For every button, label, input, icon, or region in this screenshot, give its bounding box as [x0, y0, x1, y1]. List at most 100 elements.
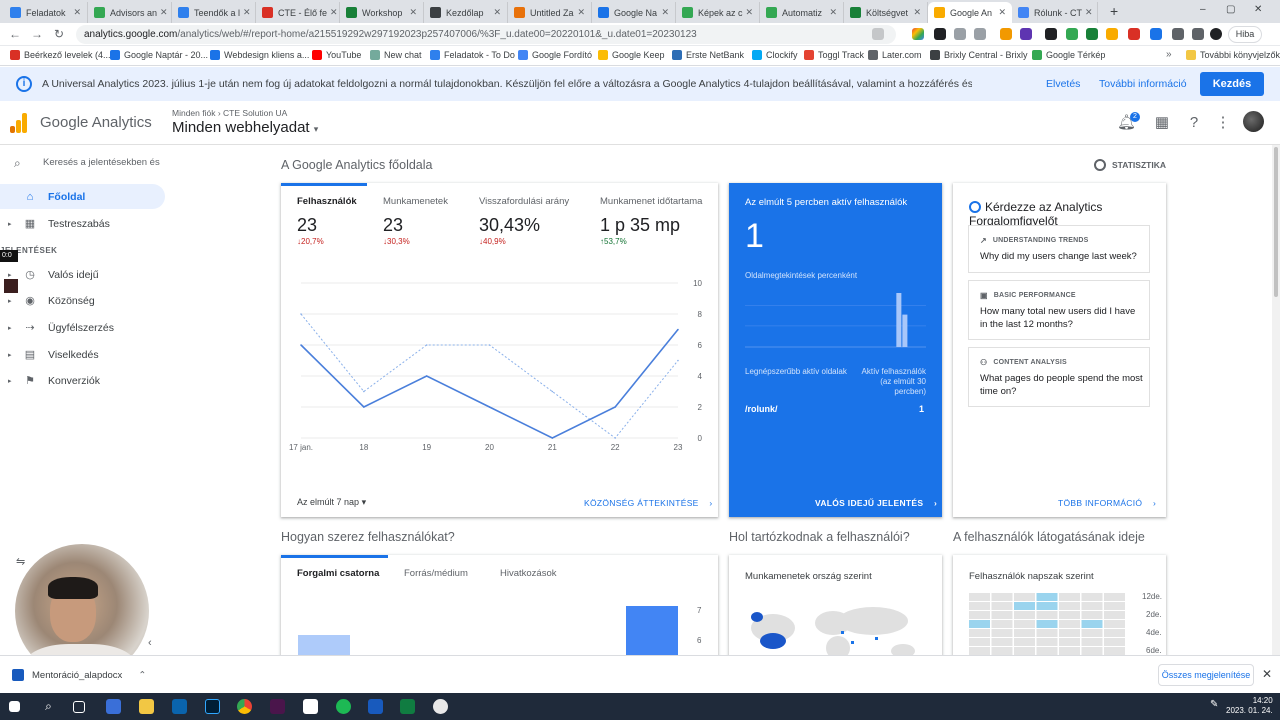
bookmark-item[interactable]: New chat	[370, 50, 422, 60]
extension-icon[interactable]	[934, 28, 946, 40]
extension-icon[interactable]	[1106, 28, 1118, 40]
data-point[interactable]	[614, 437, 616, 439]
attribution-icon[interactable]: ⇋	[16, 555, 25, 568]
close-tab-icon[interactable]: ✕	[743, 7, 754, 18]
share-icon[interactable]	[872, 28, 884, 40]
data-point[interactable]	[300, 313, 302, 315]
profile-error-button[interactable]: Hiba	[1228, 26, 1262, 43]
extension-icon[interactable]	[1086, 28, 1098, 40]
bookmark-item[interactable]: Google Keep	[598, 50, 665, 60]
pen-icon[interactable]: ✎	[1210, 699, 1225, 714]
spotify-icon[interactable]	[336, 699, 351, 714]
metric-tab-session-duration[interactable]: Munkamenet időtartama	[600, 183, 702, 213]
browser-tab[interactable]: Feladatok ✕	[4, 2, 88, 23]
download-item[interactable]: Mentoráció_alapdocx ⌃	[12, 669, 146, 681]
suggested-question[interactable]: ▣ BASIC PERFORMANCE How many total new use…	[968, 280, 1150, 340]
extension-icon[interactable]	[974, 28, 986, 40]
page-scrollbar[interactable]	[1272, 145, 1280, 655]
date-range-selector[interactable]: Az elmúlt 7 nap ▾	[297, 497, 366, 508]
browser-tab[interactable]: Költségvet ✕	[844, 2, 928, 23]
browser-tab[interactable]: Teendők a l ✕	[172, 2, 256, 23]
close-tab-icon[interactable]: ✕	[157, 7, 168, 18]
chevron-up-icon[interactable]: ⌃	[138, 670, 146, 681]
bookmark-item[interactable]: YouTube	[312, 50, 361, 60]
acquisition-tab[interactable]: Forgalmi csatorna	[281, 555, 388, 585]
explorer-icon[interactable]	[139, 699, 154, 714]
sidebar-item-realtime[interactable]: ▸ ◷ Valós idejű	[0, 262, 165, 287]
active-page-path[interactable]: /rolunk/	[745, 404, 778, 414]
more-info-link[interactable]: További információ	[1099, 78, 1187, 90]
extension-icon[interactable]	[1045, 28, 1057, 40]
extension-icon[interactable]	[954, 28, 966, 40]
slack-icon[interactable]	[270, 699, 285, 714]
browser-tab[interactable]: Google An ✕	[928, 2, 1012, 23]
realtime-report-link[interactable]: VALÓS IDEJŰ JELENTÉS ›	[815, 498, 937, 508]
metric-tab-sessions[interactable]: Munkamenetek	[383, 183, 448, 213]
extension-icon[interactable]	[1020, 28, 1032, 40]
audience-overview-link[interactable]: KÖZÖNSÉG ÁTTEKINTÉSE ›	[584, 498, 712, 508]
close-tab-icon[interactable]: ✕	[574, 7, 585, 18]
minimize-icon[interactable]: –	[1200, 4, 1206, 15]
task-view-icon[interactable]	[73, 701, 85, 713]
bookmark-item[interactable]: Later.com	[868, 50, 922, 60]
photoshop-icon[interactable]	[205, 699, 220, 714]
forward-icon[interactable]: →	[30, 27, 44, 41]
sidebar-item-customization[interactable]: ▸ ▦ Testreszabás	[0, 211, 165, 236]
browser-tab[interactable]: CTE - Élő fe ✕	[256, 2, 340, 23]
close-icon[interactable]: ✕	[1262, 667, 1272, 681]
chevron-double-right-icon[interactable]: »	[1166, 49, 1172, 60]
chrome-icon[interactable]	[237, 699, 252, 714]
word-icon[interactable]	[368, 699, 383, 714]
sidebar-item-behavior[interactable]: ▸ ▤ Viselkedés	[0, 342, 165, 367]
outlook-icon[interactable]	[172, 699, 187, 714]
extension-icon[interactable]	[912, 28, 924, 40]
more-info-link[interactable]: TÖBB INFORMÁCIÓ ›	[1058, 498, 1156, 508]
view-selector[interactable]: Minden webhelyadat ▾	[172, 119, 318, 136]
insights-button[interactable]: STATISZTIKA	[1094, 159, 1166, 171]
browser-tab[interactable]: Rólunk - CT ✕	[1012, 2, 1098, 23]
sidebar-item-acquisition[interactable]: ▸ ⇢ Ügyfélszerzés	[0, 315, 165, 340]
bookmark-item[interactable]: Brixly Central - Brixly	[930, 50, 1028, 60]
bookmark-item[interactable]: Feladatok - To Do	[430, 50, 515, 60]
notion-icon[interactable]	[303, 699, 318, 714]
data-point[interactable]	[488, 344, 491, 346]
close-tab-icon[interactable]: ✕	[490, 7, 501, 18]
close-tab-icon[interactable]: ✕	[826, 7, 837, 18]
reload-icon[interactable]: ↻	[52, 27, 66, 41]
excel-icon[interactable]	[400, 699, 415, 714]
data-point[interactable]	[551, 437, 554, 439]
sidebar-item-home[interactable]: ⌂ Főoldal	[0, 184, 165, 209]
data-point[interactable]	[677, 359, 679, 362]
bookmark-item[interactable]: Beérkező levelek (4...	[10, 50, 111, 60]
close-window-icon[interactable]: ✕	[1254, 4, 1262, 15]
suggested-question[interactable]: ⚇ CONTENT ANALYSIS What pages do people sp…	[968, 347, 1150, 407]
dismiss-link[interactable]: Elvetés	[1046, 78, 1080, 90]
help-icon[interactable]: ?	[1185, 114, 1203, 132]
bookmark-item[interactable]: Erste NetBank	[672, 50, 744, 60]
back-icon[interactable]: ←	[8, 27, 22, 41]
other-bookmarks[interactable]: További könyvjelzők	[1186, 50, 1280, 60]
apps-grid-icon[interactable]: ▦	[1153, 114, 1171, 132]
bookmark-item[interactable]: Google Fordító	[518, 50, 592, 60]
sidebar-item-audience[interactable]: ▸ ◉ Közönség	[0, 289, 165, 314]
close-tab-icon[interactable]: ✕	[658, 7, 669, 18]
extension-icon[interactable]	[1128, 28, 1140, 40]
world-map[interactable]	[743, 603, 928, 663]
close-tab-icon[interactable]: ✕	[70, 7, 81, 18]
collapse-sidebar-icon[interactable]: ‹	[148, 637, 152, 649]
close-tab-icon[interactable]: ✕	[910, 7, 921, 18]
extension-icon[interactable]	[1000, 28, 1012, 40]
maximize-icon[interactable]: ▢	[1226, 4, 1235, 15]
sidebar-item-conversions[interactable]: ▸ ⚑ Konverziók	[0, 369, 165, 394]
metric-tab-users[interactable]: Felhasználók	[281, 183, 367, 213]
metric-tab-bounce-rate[interactable]: Visszafordulási arány	[479, 183, 569, 213]
data-point[interactable]	[488, 406, 491, 408]
sidepanel-icon[interactable]	[1192, 28, 1204, 40]
data-point[interactable]	[300, 344, 302, 346]
bookmark-item[interactable]: Toggl Track	[804, 50, 864, 60]
data-point[interactable]	[363, 390, 365, 393]
system-clock[interactable]: 14:20 2023. 01. 24.	[1226, 696, 1273, 716]
browser-tab[interactable]: Advisors an ✕	[88, 2, 172, 23]
browser-tab[interactable]: Kezdőlap ✕	[424, 2, 508, 23]
suggested-question[interactable]: ↗ UNDERSTANDING TRENDS Why did my users ch…	[968, 225, 1150, 273]
